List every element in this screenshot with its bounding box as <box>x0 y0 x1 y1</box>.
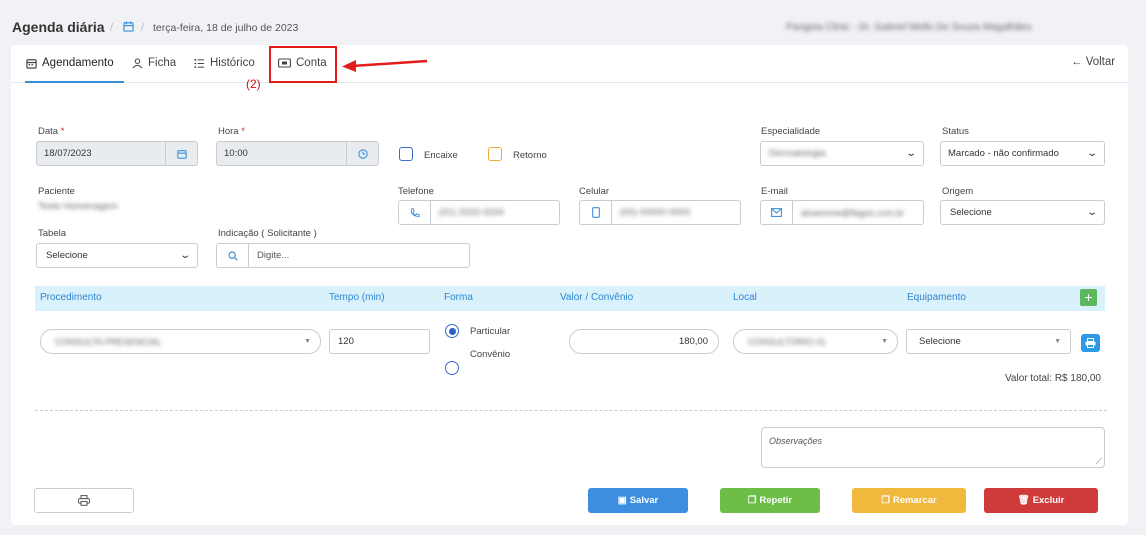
printer-icon <box>1085 338 1096 348</box>
procedimento-select[interactable]: CONSULTA PRESENCIAL ▼ <box>40 329 321 354</box>
clock-icon[interactable] <box>346 142 378 165</box>
encaixe-label: Encaixe <box>424 150 458 161</box>
celular-label: Celular <box>579 186 610 197</box>
tabela-select[interactable]: Selecione ⌄ <box>36 243 198 268</box>
header-forma: Forma <box>444 292 473 303</box>
calendar-icon[interactable] <box>165 142 197 165</box>
forma-particular-radio[interactable] <box>445 324 459 338</box>
annotation-arrow-icon <box>342 59 428 72</box>
print-procedure-button[interactable] <box>1081 334 1100 352</box>
chevron-down-icon: ⌄ <box>178 250 191 261</box>
indicacao-label: Indicação ( Solicitante ) <box>218 228 317 239</box>
tab-ficha[interactable]: Ficha <box>132 57 176 69</box>
add-procedure-button[interactable]: + <box>1080 289 1097 306</box>
annotation-highlight-box <box>269 46 337 83</box>
especialidade-label: Especialidade <box>761 126 821 137</box>
retorno-checkbox[interactable] <box>488 147 502 161</box>
caret-down-icon: ▼ <box>304 338 311 345</box>
forma-convenio-radio[interactable] <box>445 361 459 375</box>
excluir-button[interactable]: 🗑 Excluir <box>984 488 1098 513</box>
data-field[interactable]: 18/07/2023 <box>36 141 198 166</box>
origem-select[interactable]: Selecione ⌄ <box>940 200 1105 225</box>
header-valor: Valor / Convênio <box>560 292 634 303</box>
calendar-icon[interactable] <box>123 21 134 35</box>
copy-icon: ❐ <box>881 495 890 506</box>
print-button[interactable] <box>34 488 134 513</box>
copy-icon: ❐ <box>747 495 757 506</box>
caret-down-icon: ▼ <box>881 338 888 345</box>
breadcrumb-date: terça-feira, 18 de julho de 2023 <box>153 22 299 34</box>
active-tab-indicator <box>25 81 124 83</box>
email-field[interactable]: atoanome@flagos.com.br <box>760 200 924 225</box>
page-title: Agenda diária <box>12 19 105 35</box>
observacoes-textarea[interactable]: Observações ⟋ <box>761 427 1105 468</box>
especialidade-select[interactable]: Dermatologia ⌄ <box>760 141 924 166</box>
valor-total: Valor total: R$ 180,00 <box>1005 373 1101 384</box>
header-tempo: Tempo (min) <box>329 292 385 303</box>
paciente-value: Teste Homenagem <box>38 201 118 212</box>
data-label: Data * <box>38 126 65 137</box>
telefone-field[interactable]: (41) 3333-3334 <box>398 200 560 225</box>
valor-field[interactable]: 180,00 <box>569 329 719 354</box>
retorno-label: Retorno <box>513 150 547 161</box>
repetir-button[interactable]: ❐ Repetir <box>720 488 820 513</box>
header-equipamento: Equipamento <box>907 292 966 303</box>
chevron-down-icon: ⌄ <box>1085 148 1098 159</box>
email-label: E-mail <box>761 186 788 197</box>
chevron-down-icon: ⌄ <box>1085 207 1098 218</box>
tab-agendamento[interactable]: Agendamento <box>26 57 114 69</box>
celular-field[interactable]: (00) 00000-0000 <box>579 200 741 225</box>
envelope-icon <box>761 201 793 224</box>
tab-label: Ficha <box>148 57 177 69</box>
user-icon <box>132 57 143 68</box>
local-select[interactable]: CONSULTÓRIO 01 ▼ <box>733 329 898 354</box>
chevron-down-icon: ⌄ <box>904 148 917 159</box>
printer-icon <box>78 495 90 506</box>
caret-down-icon: ▼ <box>1054 338 1061 345</box>
tempo-field[interactable]: 120 <box>329 329 430 354</box>
forma-particular-label: Particular <box>470 326 511 337</box>
forma-convenio-label: Convênio <box>470 349 511 360</box>
remarcar-button[interactable]: ❐ Remarcar <box>852 488 966 513</box>
tab-label: Agendamento <box>42 57 114 69</box>
resize-handle-icon[interactable]: ⟋ <box>1096 456 1102 467</box>
header-procedimento: Procedimento <box>40 292 102 303</box>
tabela-label: Tabela <box>38 228 66 239</box>
save-icon: ▣ <box>617 495 627 506</box>
tab-bar <box>11 45 1128 83</box>
trash-icon: 🗑 <box>1017 495 1030 506</box>
search-icon <box>217 244 249 267</box>
phone-icon <box>399 201 431 224</box>
paciente-label: Paciente <box>38 186 75 197</box>
equipamento-select[interactable]: Selecione ▼ <box>906 329 1071 354</box>
breadcrumb-separator: / <box>110 22 114 34</box>
annotation-number: (2) <box>246 77 261 91</box>
list-icon <box>194 58 205 68</box>
salvar-button[interactable]: ▣ Salvar <box>588 488 688 513</box>
mobile-icon <box>580 201 612 224</box>
telefone-label: Telefone <box>398 186 434 197</box>
status-select[interactable]: Marcado - não confirmado ⌄ <box>940 141 1105 166</box>
encaixe-checkbox[interactable] <box>399 147 413 161</box>
clinic-info: Pangeia Clinic - Dr. Gabriel Mello De So… <box>786 22 1032 33</box>
breadcrumb-separator: / <box>141 22 145 34</box>
indicacao-field[interactable]: Digite... <box>216 243 470 268</box>
calendar-icon <box>26 58 37 69</box>
back-link[interactable]: ← Voltar <box>1071 56 1115 68</box>
origem-label: Origem <box>942 186 974 197</box>
tab-historico[interactable]: Histórico <box>194 57 255 69</box>
status-label: Status <box>942 126 969 137</box>
hora-field[interactable]: 10:00 <box>216 141 379 166</box>
section-divider <box>35 410 1107 411</box>
tab-label: Histórico <box>210 57 255 69</box>
hora-label: Hora * <box>218 126 245 137</box>
header-local: Local <box>733 292 757 303</box>
